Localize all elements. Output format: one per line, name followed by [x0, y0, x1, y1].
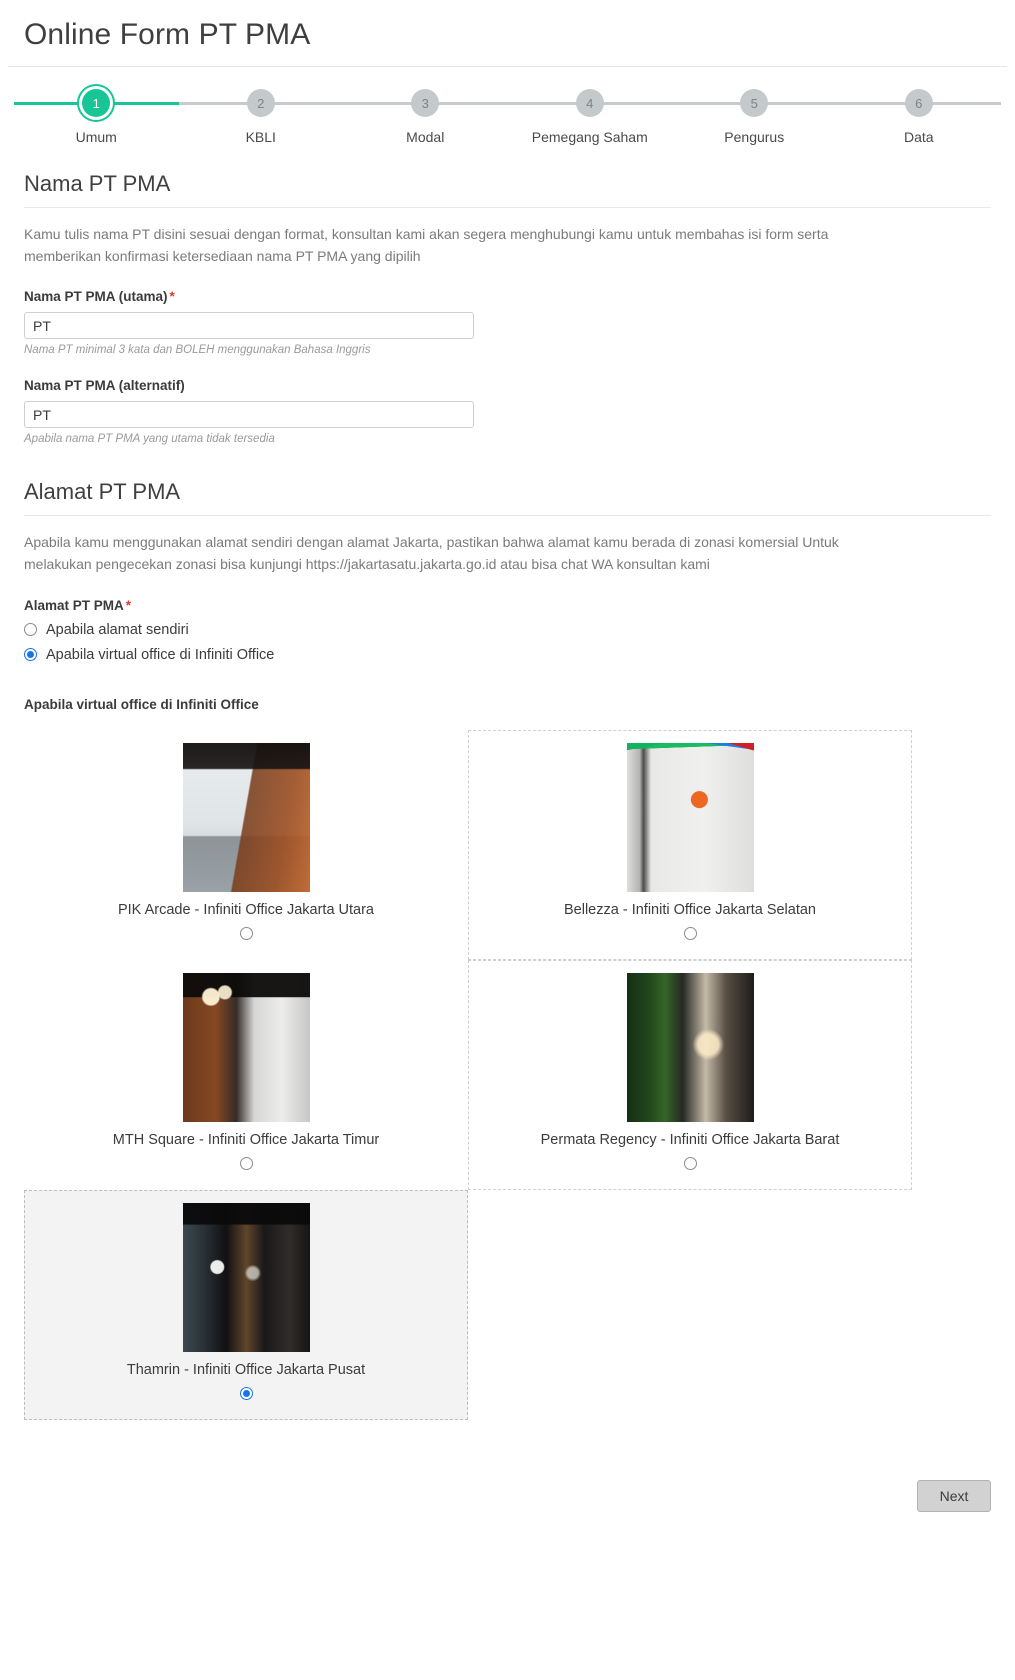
section-heading-alamat: Alamat PT PMA: [24, 479, 181, 505]
nama-pt-pma-alternatif-input[interactable]: [24, 401, 474, 429]
stepper-circle-4: 4: [575, 89, 604, 117]
pik-arcade-lounge-photo-image: [182, 742, 310, 892]
office-card-radio-mth-square[interactable]: [239, 1156, 253, 1170]
virtual-office-group-label: Apabila virtual office di Infiniti Offic…: [24, 696, 259, 712]
field-hint-nama-utama: Nama PT minimal 3 kata dan BOLEH menggun…: [24, 344, 371, 357]
stepper-step-5[interactable]: 5 Pengurus: [672, 89, 837, 145]
progress-stepper: 1 Umum 2 KBLI 3 Modal 4 Pemegang Saham 5…: [14, 89, 1001, 145]
office-card-radio-thamrin[interactable]: [239, 1386, 253, 1400]
form-footer: Next: [24, 1479, 991, 1512]
office-card-radio-pik-arcade[interactable]: [239, 926, 253, 940]
required-asterisk-alamat: *: [125, 597, 132, 613]
stepper-label-2: KBLI: [245, 129, 276, 145]
form-page: Online Form PT PMA 1 Umum 2 KBLI 3 Modal…: [0, 0, 1015, 1680]
stepper-circle-5: 5: [740, 89, 769, 117]
radio-option-virtual-office[interactable]: Apabila virtual office di Infiniti Offic…: [24, 647, 991, 663]
title-divider: [8, 66, 1007, 67]
stepper-step-2[interactable]: 2 KBLI: [178, 89, 343, 145]
radio-label-alamat-sendiri: Apabila alamat sendiri: [46, 621, 189, 638]
section-nama-pt-pma: Nama PT PMA Kamu tulis nama PT disini se…: [24, 171, 991, 445]
radio-option-alamat-sendiri[interactable]: Apabila alamat sendiri: [24, 622, 991, 638]
stepper-circle-3: 3: [411, 89, 440, 117]
office-card-title-bellezza: Bellezza - Infiniti Office Jakarta Selat…: [564, 901, 816, 918]
field-label-text-nama-utama: Nama PT PMA (utama): [24, 289, 168, 305]
field-label-alamat: Alamat PT PMA *: [24, 598, 991, 613]
stepper-step-3[interactable]: 3 Modal: [343, 89, 508, 145]
office-card-radio-permata-regency[interactable]: [683, 1156, 697, 1170]
office-card-bellezza[interactable]: Bellezza - Infiniti Office Jakarta Selat…: [468, 729, 912, 960]
nama-pt-pma-utama-input[interactable]: [24, 312, 474, 340]
bellezza-corridor-photo-image: [626, 742, 754, 892]
section-heading-nama: Nama PT PMA: [24, 171, 171, 196]
required-asterisk-nama-utama: *: [169, 289, 175, 305]
permata-regency-green-wall-photo-image: [626, 972, 754, 1122]
section-description-alamat: Apabila kamu menggunakan alamat sendiri …: [24, 534, 839, 573]
office-card-title-permata-regency: Permata Regency - Infiniti Office Jakart…: [540, 1131, 840, 1148]
stepper-label-3: Modal: [406, 129, 445, 145]
field-label-nama-utama: Nama PT PMA (utama) *: [24, 289, 991, 304]
mth-square-hallway-photo-image: [182, 972, 310, 1122]
stepper-label-1: Umum: [75, 129, 117, 145]
office-card-radio-bellezza[interactable]: [683, 926, 697, 940]
office-card-thamrin[interactable]: Thamrin - Infiniti Office Jakarta Pusat: [24, 1189, 468, 1420]
section-divider-nama: [24, 207, 991, 208]
office-card-mth-square[interactable]: MTH Square - Infiniti Office Jakarta Tim…: [24, 960, 468, 1190]
radio-icon-virtual-office[interactable]: [24, 648, 37, 662]
field-hint-nama-alternatif: Apabila nama PT PMA yang utama tidak ter…: [24, 433, 275, 446]
office-card-title-thamrin: Thamrin - Infiniti Office Jakarta Pusat: [126, 1361, 366, 1378]
field-label-text-nama-alternatif: Nama PT PMA (alternatif): [24, 378, 185, 394]
virtual-office-card-grid: PIK Arcade - Infiniti Office Jakarta Uta…: [24, 729, 991, 1420]
section-description-nama: Kamu tulis nama PT disini sesuai dengan …: [24, 226, 829, 264]
office-card-title-pik-arcade: PIK Arcade - Infiniti Office Jakarta Uta…: [117, 901, 374, 918]
stepper-step-1[interactable]: 1 Umum: [14, 89, 179, 145]
field-label-text-alamat: Alamat PT PMA: [24, 597, 124, 613]
field-label-nama-alternatif: Nama PT PMA (alternatif): [24, 378, 991, 393]
office-card-permata-regency[interactable]: Permata Regency - Infiniti Office Jakart…: [468, 959, 912, 1190]
office-card-pik-arcade[interactable]: PIK Arcade - Infiniti Office Jakarta Uta…: [24, 730, 468, 960]
radio-icon-alamat-sendiri[interactable]: [24, 623, 37, 637]
stepper-step-4[interactable]: 4 Pemegang Saham: [507, 89, 672, 145]
field-nama-utama: Nama PT PMA (utama)* Nama PT minimal 3 k…: [24, 289, 991, 356]
radio-label-virtual-office: Apabila virtual office di Infiniti Offic…: [46, 646, 275, 663]
stepper-circle-2: 2: [246, 89, 275, 117]
thamrin-dark-interior-photo-image: [182, 1202, 310, 1352]
stepper-label-6: Data: [903, 129, 934, 145]
stepper-label-5: Pengurus: [724, 129, 785, 145]
stepper-circle-6: 6: [904, 89, 933, 117]
stepper-label-4: Pemegang Saham: [531, 129, 648, 145]
next-button[interactable]: Next: [917, 1479, 991, 1512]
stepper-step-6[interactable]: 6 Data: [836, 89, 1001, 145]
field-nama-alternatif: Nama PT PMA (alternatif) Apabila nama PT…: [24, 378, 991, 445]
section-divider-alamat: [24, 515, 991, 517]
field-alamat-pt-pma: Alamat PT PMA * Apabila alamat sendiri Ap…: [24, 598, 991, 663]
page-title: Online Form PT PMA: [24, 18, 311, 51]
stepper-circle-1: 1: [82, 89, 111, 117]
section-alamat-pt-pma: Alamat PT PMA Apabila kamu menggunakan a…: [24, 479, 991, 1420]
office-card-title-mth-square: MTH Square - Infiniti Office Jakarta Tim…: [112, 1131, 380, 1148]
